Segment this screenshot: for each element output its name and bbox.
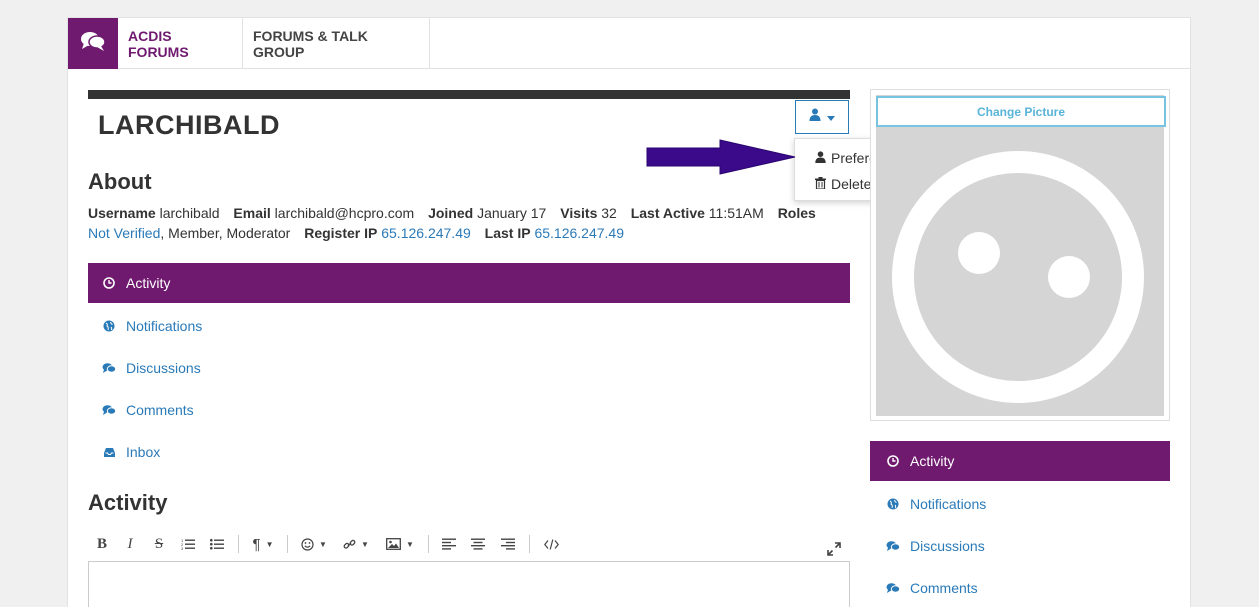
comments-icon — [102, 362, 116, 374]
username-label: Username — [88, 205, 156, 221]
avatar — [876, 95, 1164, 416]
user-icon — [815, 150, 826, 166]
paragraph-format-icon[interactable]: ¶ ▼ — [245, 530, 281, 558]
comments-icon — [102, 404, 116, 416]
email-label: Email — [233, 205, 271, 221]
tab-label: Activity — [126, 275, 171, 291]
user-icon — [809, 108, 821, 126]
tab-activity[interactable]: Activity — [88, 263, 850, 303]
tab-label: Discussions — [126, 360, 201, 376]
clock-icon — [886, 455, 900, 467]
link-icon[interactable]: ▼ — [334, 530, 378, 558]
ordered-list-icon[interactable]: 123 — [174, 530, 202, 558]
role-not-verified-link[interactable]: Not Verified — [88, 225, 160, 241]
toolbar-divider — [428, 535, 429, 553]
tab-notifications[interactable]: Notifications — [88, 305, 850, 347]
about-heading: About — [88, 169, 152, 194]
sidebar-tab-comments[interactable]: Comments — [870, 567, 1170, 607]
profile-header-bar — [88, 90, 850, 99]
comments-icon — [886, 582, 900, 594]
code-view-icon[interactable] — [536, 530, 566, 558]
strikethrough-icon[interactable]: S — [144, 530, 174, 558]
username-value: larchibald — [159, 205, 220, 221]
italic-icon[interactable]: I — [116, 530, 144, 558]
toolbar-divider — [287, 535, 288, 553]
bold-icon[interactable]: B — [88, 530, 116, 558]
svg-text:3: 3 — [181, 546, 184, 550]
tab-discussions[interactable]: Discussions — [88, 347, 850, 389]
roles-value: , Member, Moderator — [160, 225, 291, 241]
joined-value: January 17 — [477, 205, 547, 221]
profile-tabs: Activity Notifications Discussions Comme… — [88, 263, 850, 473]
trash-icon — [815, 176, 826, 192]
sidebar-tab-activity[interactable]: Activity — [870, 441, 1170, 481]
nav-tab-forums-talk-group[interactable]: FORUMS & TALK GROUP — [243, 18, 430, 69]
tab-comments[interactable]: Comments — [88, 389, 850, 431]
last-ip-link[interactable]: 65.126.247.49 — [534, 225, 624, 241]
caret-down-icon — [827, 108, 835, 126]
nav-tab-acdis-forums[interactable]: ACDIS FORUMS — [118, 18, 243, 69]
last-active-value: 11:51AM — [708, 205, 764, 221]
register-ip-link[interactable]: 65.126.247.49 — [381, 225, 471, 241]
about-details-line-1: Username larchibald Email larchibald@hcp… — [88, 205, 816, 221]
about-details-line-2: Not Verified, Member, Moderator Register… — [88, 225, 624, 241]
last-ip-label: Last IP — [484, 225, 531, 241]
sidebar-tab-notifications[interactable]: Notifications — [870, 483, 1170, 525]
change-picture-button[interactable]: Change Picture — [876, 96, 1166, 127]
visits-label: Visits — [560, 205, 598, 221]
last-active-label: Last Active — [630, 205, 705, 221]
joined-label: Joined — [428, 205, 474, 221]
image-icon[interactable]: ▼ — [378, 530, 422, 558]
inbox-icon — [102, 447, 116, 458]
tab-label: Comments — [126, 402, 194, 418]
visits-value: 32 — [601, 205, 617, 221]
fullscreen-icon[interactable] — [824, 535, 844, 563]
user-options-button[interactable] — [795, 100, 849, 134]
forum-logo[interactable] — [68, 18, 118, 69]
comments-icon — [886, 540, 900, 552]
profile-picture-panel: Change Picture — [870, 89, 1170, 421]
page-frame: ACDIS FORUMS FORUMS & TALK GROUP LARCHIB… — [67, 17, 1191, 607]
profile-username-title: LARCHIBALD — [98, 110, 280, 140]
email-value: larchibald@hcpro.com — [274, 205, 415, 221]
tab-inbox[interactable]: Inbox — [88, 431, 850, 473]
align-center-icon[interactable] — [463, 530, 493, 558]
globe-icon — [886, 498, 900, 510]
tab-label: Inbox — [126, 444, 161, 460]
tab-label: Notifications — [126, 318, 203, 334]
toolbar-divider — [238, 535, 239, 553]
sidebar-tab-discussions[interactable]: Discussions — [870, 525, 1170, 567]
editor-toolbar: B I S 123 ¶ ▼ ▼ ▼ ▼ — [88, 530, 850, 558]
top-navigation: ACDIS FORUMS FORUMS & TALK GROUP — [68, 18, 1190, 69]
align-right-icon[interactable] — [493, 530, 523, 558]
tab-label: Discussions — [910, 538, 985, 554]
activity-heading: Activity — [88, 490, 168, 515]
activity-editor-textarea[interactable] — [88, 561, 850, 607]
sidebar-tabs: Activity Notifications Discussions Comme… — [870, 441, 1170, 607]
register-ip-label: Register IP — [304, 225, 378, 241]
bullet-list-icon[interactable] — [202, 530, 232, 558]
roles-label: Roles — [777, 205, 816, 221]
tab-label: Activity — [910, 453, 955, 469]
align-left-icon[interactable] — [435, 530, 463, 558]
annotation-arrow-icon — [645, 138, 797, 183]
clock-icon — [102, 277, 116, 289]
emoji-icon[interactable]: ▼ — [294, 530, 334, 558]
tab-label: Notifications — [910, 496, 987, 512]
toolbar-divider — [529, 535, 530, 553]
globe-icon — [102, 320, 116, 332]
tab-label: Comments — [910, 580, 978, 596]
comments-icon — [80, 30, 106, 57]
